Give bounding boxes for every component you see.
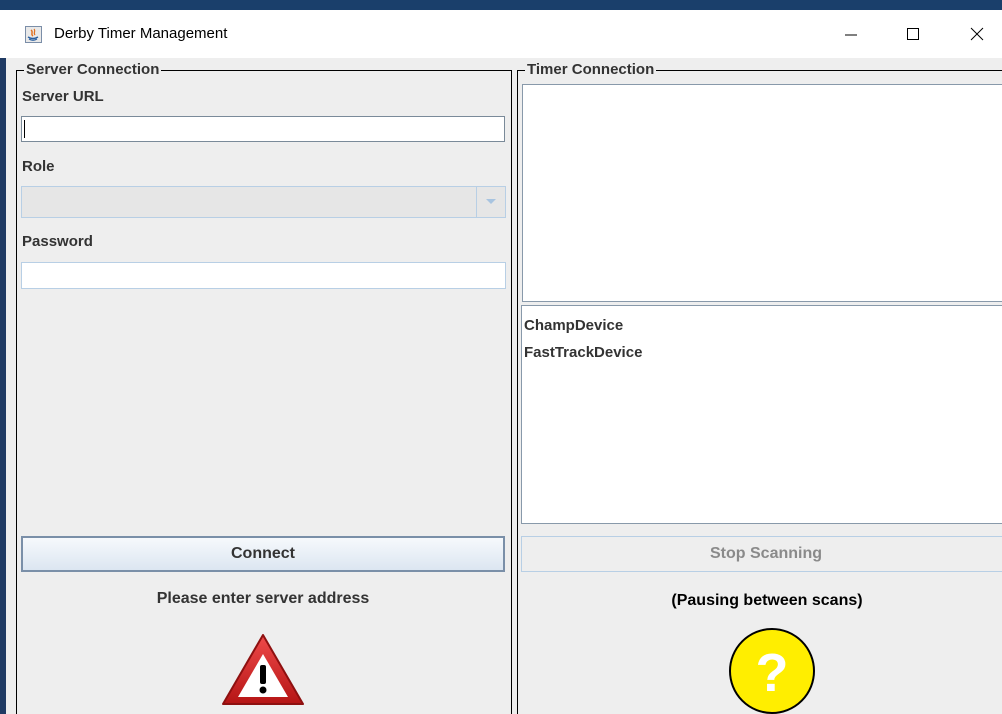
server-url-input[interactable] [21, 116, 505, 142]
server-connection-title: Server Connection [24, 61, 162, 78]
chevron-down-icon [486, 199, 496, 204]
server-url-label: Server URL [22, 88, 104, 105]
window-title: Derby Timer Management [54, 25, 228, 42]
title-bar[interactable]: Derby Timer Management [0, 10, 1002, 58]
timer-connection-title: Timer Connection [525, 61, 657, 78]
timer-status-text: (Pausing between scans) [671, 592, 863, 609]
java-app-icon [25, 26, 42, 43]
timer-status-panel [522, 84, 1002, 302]
app-window: Derby Timer Management Server Connection… [0, 0, 1002, 714]
connect-button[interactable]: Connect [21, 536, 505, 572]
minimize-icon [845, 34, 857, 36]
maximize-button[interactable] [890, 10, 936, 58]
role-dropdown-button[interactable] [476, 187, 505, 217]
maximize-icon [907, 28, 919, 40]
role-combobox[interactable] [21, 186, 506, 218]
list-item[interactable]: ChampDevice [524, 312, 1002, 339]
question-circle-icon: ? [729, 628, 815, 714]
list-item[interactable]: FastTrackDevice [524, 339, 1002, 366]
stop-scanning-button[interactable]: Stop Scanning [521, 536, 1002, 572]
password-input[interactable] [21, 262, 506, 289]
close-button[interactable] [954, 10, 1000, 58]
svg-text:?: ? [756, 643, 789, 703]
text-caret [24, 120, 25, 138]
minimize-button[interactable] [828, 10, 874, 58]
window-top-edge [0, 0, 1002, 10]
role-label: Role [22, 158, 55, 175]
warning-triangle-icon [222, 634, 304, 705]
password-label: Password [22, 233, 93, 250]
window-left-border [0, 58, 6, 714]
device-list[interactable]: ChampDevice FastTrackDevice [521, 305, 1002, 524]
server-connection-group: Server Connection [16, 62, 512, 714]
close-icon [970, 27, 984, 41]
server-status-text: Please enter server address [156, 590, 370, 607]
